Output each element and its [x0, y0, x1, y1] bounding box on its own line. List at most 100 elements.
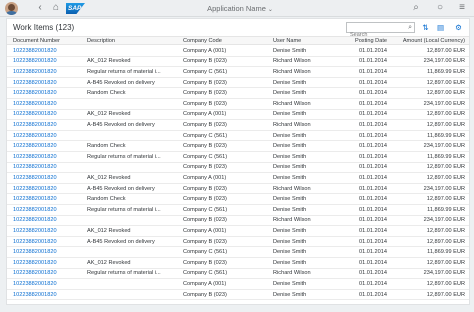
company-code-cell: Company A (001)	[183, 174, 227, 181]
amount-cell: 12,897.00 EUR	[426, 111, 465, 118]
description-cell: Random Check	[87, 196, 126, 203]
user-name-cell: Denise Smith	[273, 47, 307, 54]
document-number-link[interactable]: 10223882001820	[11, 152, 83, 162]
document-number-link[interactable]: 10223882001820	[11, 205, 83, 215]
table-row[interactable]: 10223882001820 Company B (023) Denise Smit…	[7, 290, 469, 301]
document-number-link[interactable]: 10223882001820	[11, 290, 83, 300]
document-number-link[interactable]: 10223882001820	[11, 46, 83, 56]
table-row[interactable]: 10223882001820 A-B45 Revoked on delivery C…	[7, 120, 469, 131]
description-cell: A-B45 Revoked on delivery	[87, 79, 155, 86]
notifications-icon[interactable]: ○	[434, 2, 446, 14]
document-number-link[interactable]: 10223882001820	[11, 67, 83, 77]
sort-button[interactable]: ⇅	[420, 22, 431, 33]
group-button[interactable]: ▤	[435, 22, 446, 33]
table-row[interactable]: 10223882001820 Company A (001) Denise Smit…	[7, 46, 469, 57]
company-code-cell: Company A (001)	[183, 111, 227, 118]
document-number-link[interactable]: 10223882001820	[11, 237, 83, 247]
description-cell	[85, 46, 180, 56]
document-number-link[interactable]: 10223882001820	[11, 247, 83, 257]
document-number-link[interactable]: 10223882001820	[11, 57, 83, 67]
company-code-cell: Company C (561)	[183, 132, 228, 139]
table-row[interactable]: 10223882001820 AK_012 Revoked Company A (0…	[7, 110, 469, 121]
table-row[interactable]: 10223882001820 Random Check Company B (023…	[7, 141, 469, 152]
table-row[interactable]: 10223882001820 Regular returns of materia…	[7, 67, 469, 78]
table-row[interactable]: 10223882001820 Company C (561) Denise Smit…	[7, 247, 469, 258]
table-row[interactable]: 10223882001820 AK_012 Revoked Company B (0…	[7, 57, 469, 68]
table-row[interactable]: 10223882001820 Company A (001) Denise Smit…	[7, 279, 469, 290]
back-icon[interactable]: ‹	[34, 2, 46, 14]
column-header-user-name[interactable]: User Name	[271, 37, 348, 44]
settings-button[interactable]: ⚙	[453, 22, 464, 33]
table-row[interactable]: 10223882001820 Regular returns of materia…	[7, 152, 469, 163]
company-code-cell: Company B (023)	[183, 143, 227, 150]
document-number-link[interactable]: 10223882001820	[11, 269, 83, 279]
description-cell: Regular returns of material i...	[87, 68, 161, 75]
amount-cell: 234,197.00 EUR	[423, 270, 465, 277]
company-code-cell: Company A (001)	[183, 227, 227, 234]
amount-cell: 234,197.00 EUR	[423, 185, 465, 192]
user-name-cell: Denise Smith	[273, 259, 307, 266]
user-menu-icon[interactable]: ≡	[456, 2, 468, 14]
document-number-link[interactable]: 10223882001820	[11, 120, 83, 130]
column-header-posting-date[interactable]: Posting Date	[349, 37, 389, 44]
amount-cell: 12,897.00 EUR	[426, 121, 465, 128]
user-avatar[interactable]	[5, 2, 18, 15]
table-row[interactable]: 10223882001820 AK_012 Revoked Company A (0…	[7, 173, 469, 184]
app-title-menu[interactable]: Application Name ⌄	[190, 0, 290, 17]
user-name-cell: Denise Smith	[273, 143, 307, 150]
amount-cell: 234,197.00 EUR	[423, 143, 465, 150]
search-icon[interactable]: ⌕	[408, 23, 412, 32]
table-row[interactable]: 10223882001820 Company C (561) Denise Smit…	[7, 131, 469, 142]
company-code-cell: Company B (023)	[183, 238, 227, 245]
table-header: Document Number Description Company Code…	[7, 36, 469, 45]
document-number-link[interactable]: 10223882001820	[11, 141, 83, 151]
user-name-cell: Denise Smith	[273, 291, 307, 298]
work-items-table: Work Items (123) ⌕ ⇅ ▤ ⚙ Document Number…	[6, 18, 470, 305]
user-name-cell: Denise Smith	[273, 153, 307, 160]
table-row[interactable]: 10223882001820 A-B45 Revoked on delivery C…	[7, 237, 469, 248]
document-number-link[interactable]: 10223882001820	[11, 173, 83, 183]
table-row[interactable]: 10223882001820 A-B45 Revoked on delivery C…	[7, 184, 469, 195]
document-number-link[interactable]: 10223882001820	[11, 184, 83, 194]
table-row[interactable]: 10223882001820 Random Check Company B (023…	[7, 88, 469, 99]
table-row[interactable]: 10223882001820 Regular returns of materia…	[7, 205, 469, 216]
user-name-cell: Richard Wilson	[273, 270, 311, 277]
document-number-link[interactable]: 10223882001820	[11, 279, 83, 289]
posting-date-cell: 01.01.2014	[359, 206, 387, 213]
search-field[interactable]: ⌕	[346, 22, 415, 40]
table-row[interactable]: 10223882001820 AK_012 Revoked Company A (0…	[7, 226, 469, 237]
posting-date-cell: 01.01.2014	[359, 58, 387, 65]
amount-cell: 234,197.00 EUR	[423, 217, 465, 224]
table-row[interactable]: 10223882001820 Random Check Company B (023…	[7, 194, 469, 205]
document-number-link[interactable]: 10223882001820	[11, 226, 83, 236]
home-icon[interactable]: ⌂	[50, 2, 62, 14]
table-row[interactable]: 10223882001820 Company B (023) Richard Wil…	[7, 99, 469, 110]
amount-cell: 11,869.99 EUR	[427, 206, 465, 213]
document-number-link[interactable]: 10223882001820	[11, 163, 83, 173]
user-name-cell: Richard Wilson	[273, 121, 311, 128]
document-number-link[interactable]: 10223882001820	[11, 258, 83, 268]
table-row[interactable]: 10223882001820 AK_012 Revoked Company B (0…	[7, 258, 469, 269]
chevron-down-icon: ⌄	[267, 7, 273, 13]
document-number-link[interactable]: 10223882001820	[11, 99, 83, 109]
company-code-cell: Company B (023)	[183, 217, 227, 224]
search-icon[interactable]: ⌕	[410, 2, 422, 14]
posting-date-cell: 01.01.2014	[359, 196, 387, 203]
user-name-cell: Richard Wilson	[273, 100, 311, 107]
document-number-link[interactable]: 10223882001820	[11, 88, 83, 98]
column-header-description[interactable]: Description	[85, 37, 180, 44]
column-header-amount[interactable]: Amount (Local Currency)	[390, 37, 468, 44]
document-number-link[interactable]: 10223882001820	[11, 131, 83, 141]
table-row[interactable]: 10223882001820 Company B (023) Richard Wil…	[7, 216, 469, 227]
table-row[interactable]: 10223882001820 Company B (023) Denise Smit…	[7, 163, 469, 174]
document-number-link[interactable]: 10223882001820	[11, 194, 83, 204]
document-number-link[interactable]: 10223882001820	[11, 78, 83, 88]
column-header-company-code[interactable]: Company Code	[181, 37, 269, 44]
table-row[interactable]: 10223882001820 A-B45 Revoked on delivery C…	[7, 78, 469, 89]
column-header-document-number[interactable]: Document Number	[11, 37, 83, 44]
document-number-link[interactable]: 10223882001820	[11, 216, 83, 226]
document-number-link[interactable]: 10223882001820	[11, 110, 83, 120]
table-row[interactable]: 10223882001820 Regular returns of materia…	[7, 269, 469, 280]
company-code-cell: Company B (023)	[183, 259, 227, 266]
user-name-cell: Denise Smith	[273, 111, 307, 118]
